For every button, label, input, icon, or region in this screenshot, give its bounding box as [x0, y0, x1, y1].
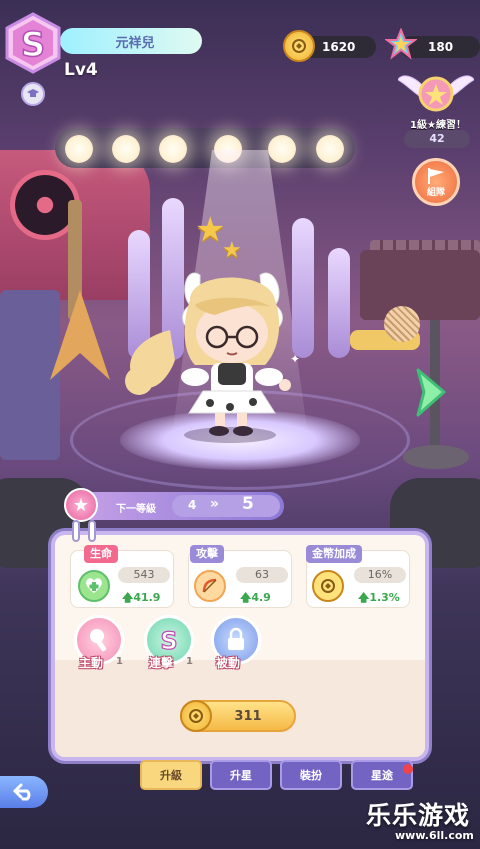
stage-bulb [112, 135, 140, 163]
notification-dot [403, 764, 413, 774]
level-arrows-icon: » [210, 496, 220, 512]
tab-label: 裝扮 [300, 769, 322, 782]
rank-count: 42 [404, 130, 470, 148]
stat-value-coin-bonus: 16% [354, 567, 406, 583]
player-name-bar: 元祥兒 [60, 28, 202, 54]
next-level-label: 下一等級 [116, 504, 156, 515]
tab-label: 升星 [230, 769, 252, 782]
skill-label-combo: 連擊 [149, 656, 174, 670]
coin-amount: 1620 [322, 40, 356, 54]
tab-label: 星途 [371, 769, 393, 782]
skill-label-passive: 被動 [216, 656, 241, 670]
next-character-arrow-icon[interactable] [410, 365, 450, 420]
piano-decoration [360, 250, 480, 320]
player-level: Lv4 [64, 60, 98, 80]
rank-wings-icon[interactable] [398, 62, 474, 122]
player-name: 元祥兒 [115, 35, 155, 51]
star-gem-icon [385, 28, 417, 60]
stat-title-coin-bonus: 金幣加成 [306, 545, 362, 563]
team-up-label: 組隊 [426, 187, 445, 198]
stat-value-attack: 63 [236, 567, 288, 583]
back-button[interactable] [0, 776, 48, 808]
current-level-value: 4 [188, 498, 197, 512]
stage-bulb [268, 135, 296, 163]
skill-label-active: 主動 [79, 656, 104, 670]
rank-label: 1級★練習！ [410, 120, 466, 131]
binder-ring [72, 520, 80, 542]
stage-bulb [316, 135, 344, 163]
next-level-value: 5 [242, 494, 254, 514]
watermark-logo: 乐乐游戏 [366, 801, 471, 830]
stage-bulb [159, 135, 187, 163]
coin-icon [180, 700, 212, 732]
stat-increase-coin-bonus: 🡅1.3% [358, 591, 400, 604]
mic-base-decoration [403, 445, 469, 469]
star-amount: 180 [428, 40, 454, 54]
stage-light-bar [55, 128, 355, 168]
star-decoration: ★ [195, 210, 226, 250]
tab-star-up[interactable]: 升星 [210, 760, 272, 790]
stage-bulb [65, 135, 93, 163]
stat-increase-hp: 🡅41.9 [122, 591, 161, 604]
tab-dress-up[interactable]: 裝扮 [280, 760, 342, 790]
graduation-cap-icon[interactable] [21, 82, 45, 106]
binder-ring [88, 520, 96, 542]
svg-text:✦: ✦ [290, 352, 300, 366]
tab-label: 升級 [160, 769, 182, 782]
stat-title-hp: 生命 [84, 545, 118, 563]
stat-value-hp: 543 [118, 567, 170, 583]
player-rank-s-icon[interactable]: S [2, 12, 64, 74]
skill-level-active: 1 [116, 656, 123, 667]
skill-level-combo: 1 [186, 656, 193, 667]
player-badge-letter: S [21, 25, 46, 65]
microphone-decoration [384, 306, 420, 342]
s-swirl-icon: S [160, 626, 178, 655]
svg-text:S: S [160, 627, 177, 655]
back-arrow-icon [13, 783, 31, 801]
watermark-url: www.6ll.com [395, 829, 474, 842]
stat-increase-attack: 🡅4.9 [240, 591, 271, 604]
tab-upgrade[interactable]: 升級 [140, 760, 202, 790]
upgrade-cost: 311 [234, 708, 262, 724]
microphone-icon [90, 629, 107, 652]
bow-icon [194, 570, 226, 602]
flag-icon [428, 167, 444, 184]
amplifier-decoration [0, 290, 60, 460]
level-star-icon: ★ [64, 488, 98, 522]
team-up-button[interactable]: 組隊 [412, 158, 460, 206]
heart-plus-icon [78, 570, 110, 602]
coin-plus-icon [312, 570, 344, 602]
coin-icon [283, 30, 315, 62]
lock-icon [228, 627, 244, 650]
stat-title-attack: 攻擊 [190, 545, 224, 563]
character-avatar[interactable]: ✦ [115, 245, 345, 445]
